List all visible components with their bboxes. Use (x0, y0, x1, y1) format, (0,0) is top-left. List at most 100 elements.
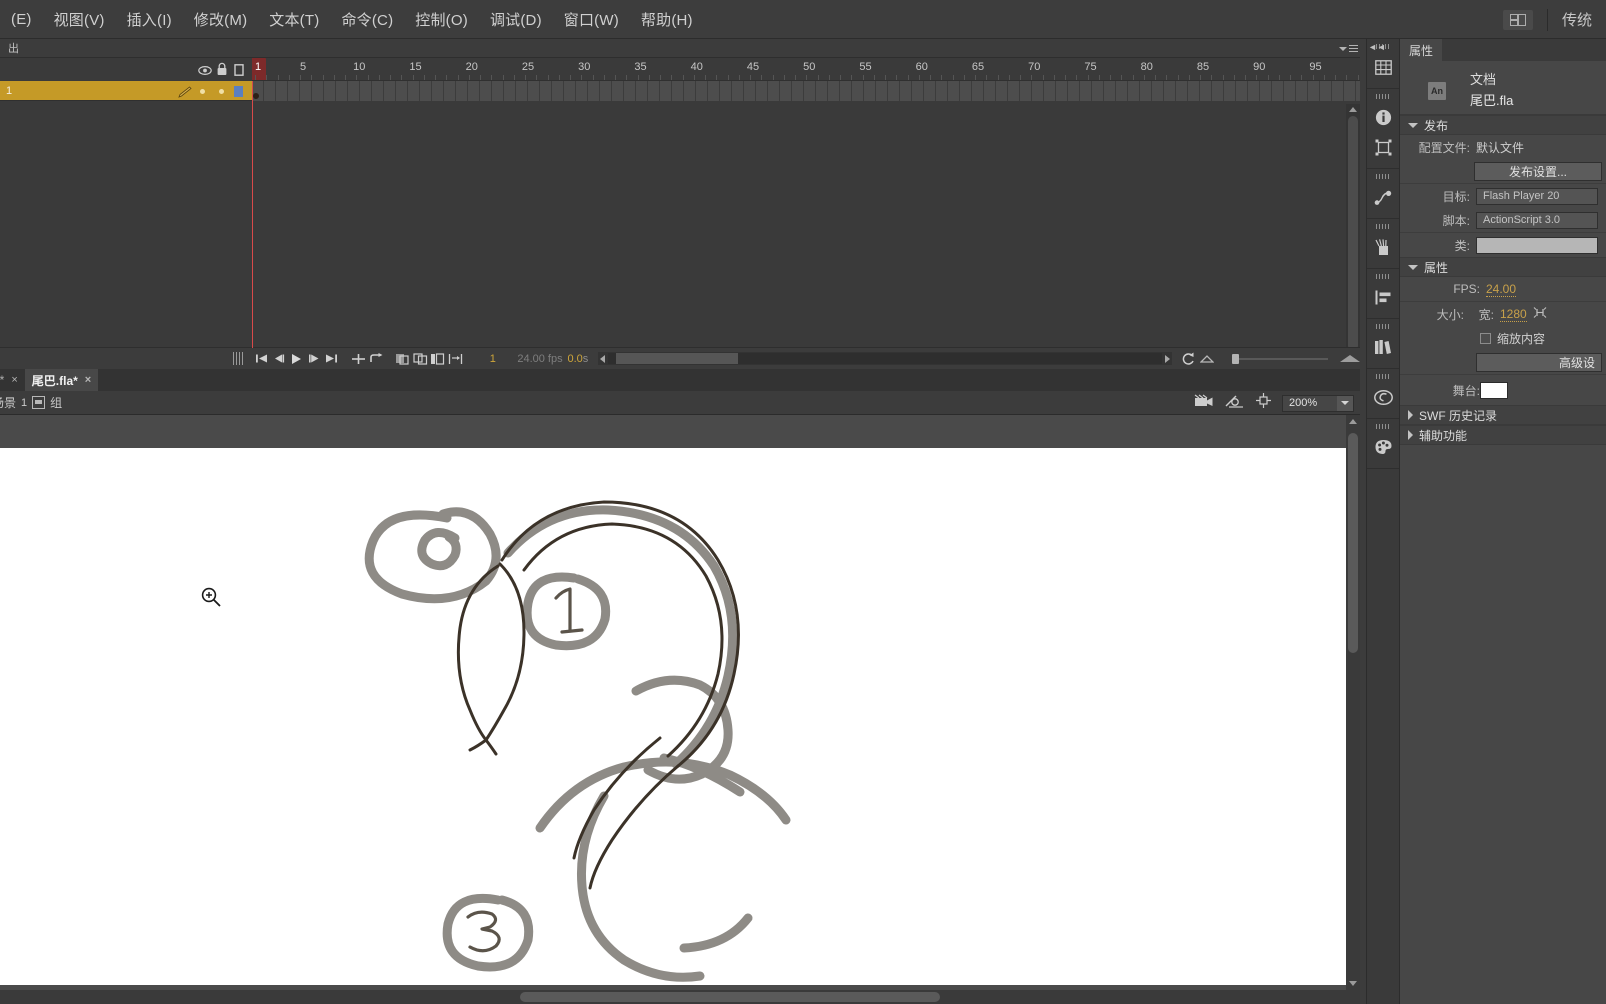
edit-multiple-frames-button[interactable] (429, 348, 447, 370)
chevron-right-icon[interactable] (1408, 410, 1413, 420)
dock-grip[interactable] (1376, 174, 1390, 179)
stage-horizontal-scrollbar[interactable] (0, 990, 1360, 1004)
step-forward-button[interactable] (305, 348, 323, 370)
menu-item-commands[interactable]: 命令(C) (330, 5, 404, 34)
onion-skin-outlines-button[interactable] (411, 348, 429, 370)
step-back-button[interactable] (270, 348, 288, 370)
hscroll-thumb[interactable] (616, 353, 738, 364)
library-panel-icon[interactable] (1367, 332, 1399, 362)
frame-grid-row[interactable] (252, 81, 1360, 101)
width-value[interactable]: 1280 (1500, 307, 1527, 322)
publish-target-select[interactable]: Flash Player 20 (1476, 188, 1598, 205)
workspace-switcher-icon[interactable] (1503, 10, 1533, 30)
menu-item-debug[interactable]: 调试(D) (479, 5, 553, 34)
section-publish-header[interactable]: 发布 (1400, 115, 1606, 135)
menu-item-help[interactable]: 帮助(H) (630, 5, 704, 34)
center-frame-button[interactable] (350, 348, 368, 370)
timeline-drag-grip[interactable] (233, 352, 244, 365)
publish-script-select[interactable]: ActionScript 3.0 (1476, 212, 1598, 229)
loop-range-button[interactable] (367, 348, 385, 370)
chevron-down-icon[interactable] (1337, 396, 1353, 411)
fps-value[interactable]: 24.00 (1486, 282, 1516, 297)
stage-area[interactable] (0, 415, 1360, 1004)
scroll-thumb[interactable] (1348, 433, 1358, 653)
dock-grip[interactable] (1376, 274, 1390, 279)
menu-item-insert[interactable]: 插入(I) (116, 5, 183, 34)
onion-skin-button[interactable] (394, 348, 412, 370)
advanced-settings-button[interactable]: 高级设 (1476, 353, 1602, 372)
timeline-zoom-reset-icon[interactable] (1198, 348, 1216, 370)
dock-grip[interactable] (1376, 424, 1390, 429)
menu-item-window[interactable]: 窗口(W) (553, 5, 630, 34)
play-button[interactable] (288, 348, 306, 370)
chevron-right-icon[interactable] (1408, 430, 1413, 440)
menu-item-text[interactable]: 文本(T) (258, 5, 330, 34)
timeline-panel-menu-icon[interactable] (1339, 43, 1355, 54)
document-tab-inactive[interactable]: a* × (0, 369, 25, 391)
zoom-level-select[interactable]: 200% (1282, 395, 1354, 412)
fps-indicator[interactable]: 24.00 fps (512, 353, 567, 365)
layer-visibility-dot[interactable] (200, 89, 205, 94)
menu-item-file[interactable]: (E) (0, 7, 43, 32)
layer-row[interactable]: 1 (0, 81, 252, 101)
chevron-down-icon[interactable] (1408, 123, 1418, 128)
close-icon[interactable]: × (11, 374, 17, 386)
outline-square-icon[interactable] (234, 63, 244, 81)
timeline-zoom-slider[interactable] (1232, 354, 1326, 364)
loop-playback-button[interactable] (1180, 348, 1198, 370)
timeline-resize-grip[interactable] (1340, 355, 1360, 362)
close-icon[interactable]: × (85, 374, 91, 386)
scroll-up-arrow-icon[interactable] (1349, 107, 1357, 112)
stage-vertical-scrollbar[interactable] (1346, 415, 1360, 990)
section-accessibility-header[interactable]: 辅助功能 (1400, 425, 1606, 445)
dock-grip[interactable] (1376, 324, 1390, 329)
align-panel-icon[interactable] (1367, 52, 1399, 82)
zoom-slider-knob[interactable] (1232, 354, 1239, 364)
tab-properties[interactable]: 属性 (1400, 39, 1442, 61)
creative-cloud-icon[interactable] (1367, 382, 1399, 412)
scroll-right-arrow-icon[interactable] (1165, 355, 1170, 363)
go-to-last-frame-button[interactable] (323, 348, 341, 370)
current-frame-indicator[interactable]: 1 (473, 353, 512, 365)
publish-profile-value[interactable]: 默认文件 (1476, 139, 1524, 156)
symbol-label[interactable]: 组 (50, 394, 62, 411)
lock-icon[interactable] (216, 62, 228, 81)
dock-grip[interactable] (1376, 374, 1390, 379)
transform-panel-icon[interactable] (1367, 132, 1399, 162)
chevron-down-icon[interactable] (1408, 265, 1418, 270)
stage-canvas[interactable] (0, 448, 1346, 985)
link-wh-icon[interactable] (1533, 306, 1547, 322)
keyframe-marker[interactable] (253, 93, 259, 99)
collapse-panels-icon[interactable]: ◄◄ (1368, 42, 1386, 52)
motion-editor-icon[interactable] (1367, 182, 1399, 212)
publish-settings-button[interactable]: 发布设置... (1474, 162, 1602, 181)
timeline-tab-label[interactable]: 出 (0, 40, 27, 56)
timeline-ruler[interactable]: 1510152025303540455055606570758085909510… (252, 58, 1360, 80)
menu-item-view[interactable]: 视图(V) (43, 5, 116, 34)
document-tab-active[interactable]: 尾巴.fla* × (25, 369, 98, 391)
go-to-first-frame-button[interactable] (252, 348, 270, 370)
publish-class-input[interactable] (1476, 237, 1598, 254)
stage-center-icon[interactable] (1225, 394, 1245, 413)
crosshair-icon[interactable] (1256, 393, 1271, 413)
section-swf-history-header[interactable]: SWF 历史记录 (1400, 405, 1606, 425)
timeline-vertical-scrollbar[interactable] (1346, 104, 1360, 371)
scroll-left-arrow-icon[interactable] (600, 355, 605, 363)
layer-outline-color-swatch[interactable] (234, 86, 243, 97)
layer-lock-dot[interactable] (219, 89, 224, 94)
eye-icon[interactable] (198, 63, 212, 81)
camera-icon[interactable] (1194, 394, 1214, 413)
scroll-thumb[interactable] (520, 992, 940, 1002)
section-attributes-header[interactable]: 属性 (1400, 257, 1606, 277)
menu-item-control[interactable]: 控制(O) (404, 5, 479, 34)
layer-name[interactable]: 1 (0, 85, 12, 97)
workspace-label[interactable]: 传统 (1562, 9, 1606, 30)
scene-label[interactable]: 场景 (0, 394, 16, 411)
scale-content-checkbox[interactable] (1480, 333, 1491, 344)
scroll-down-arrow-icon[interactable] (1349, 981, 1357, 986)
scroll-thumb[interactable] (1348, 116, 1358, 351)
modify-onion-markers-button[interactable] (447, 348, 465, 370)
color-panel-icon[interactable] (1367, 432, 1399, 462)
stage-color-swatch[interactable] (1480, 382, 1508, 399)
menu-item-modify[interactable]: 修改(M) (183, 5, 259, 34)
